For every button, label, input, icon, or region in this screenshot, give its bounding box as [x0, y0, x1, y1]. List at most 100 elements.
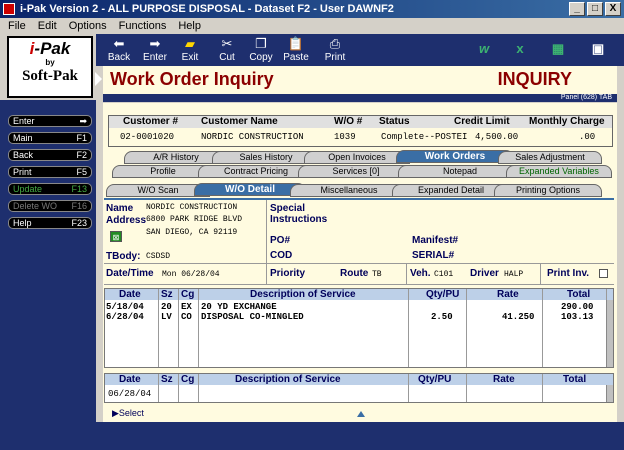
driver-label: Driver: [470, 268, 499, 279]
select-link[interactable]: ▶Select: [112, 408, 144, 419]
select-arrow-icon: ▶: [112, 408, 119, 418]
maximize-button[interactable]: □: [587, 2, 603, 16]
scroll-up-icon[interactable]: [357, 411, 365, 417]
sidebar-help-button[interactable]: Help F23: [8, 217, 92, 229]
datetime-label: Date/Time: [106, 268, 154, 279]
cut-button[interactable]: ✂ Cut: [210, 36, 244, 63]
menu-options[interactable]: Options: [69, 18, 107, 34]
entry-grid: Date Sz Cg Description of Service Qty/PU…: [104, 373, 614, 403]
wo-number: 1039: [334, 132, 356, 142]
customer-name: NORDIC CONSTRUCTION: [201, 132, 304, 142]
customer-number-header: Customer #: [123, 116, 179, 127]
calculator-icon[interactable]: ▦: [548, 40, 568, 58]
tab-sales-adjustment[interactable]: Sales Adjustment: [498, 151, 602, 164]
entry-scrollbar[interactable]: [606, 385, 613, 402]
instructions-label: Instructions: [270, 214, 328, 225]
grid-scrollbar[interactable]: [606, 300, 613, 367]
col-qty: Qty/PU: [426, 289, 460, 300]
manifest-label: Manifest#: [412, 235, 459, 246]
enter-arrow-icon: ➡: [149, 36, 161, 51]
address-line2: SAN DIEGO, CA 92119: [146, 228, 238, 237]
print-button[interactable]: ⎙ Print: [318, 36, 352, 63]
wo-number-header: W/O #: [334, 116, 363, 127]
scissors-icon: ✂: [221, 36, 233, 51]
printer-icon: ⎙: [329, 36, 341, 51]
tbody-value: CSDSD: [146, 252, 171, 261]
menu-help[interactable]: Help: [178, 18, 201, 34]
customer-summary: Customer # Customer Name W/O # Status Cr…: [108, 115, 613, 147]
service-grid: Date Sz Cg Description of Service Qty/PU…: [104, 288, 614, 368]
app-icon: [3, 3, 15, 15]
monthly-charge: .00: [579, 132, 596, 142]
route-value: TB: [372, 270, 382, 279]
enter-arrow-icon: ➡: [79, 116, 87, 126]
menu-edit[interactable]: Edit: [38, 18, 57, 34]
menu-bar: File Edit Options Functions Help: [0, 18, 624, 34]
sidebar-print-button[interactable]: Print F5: [8, 166, 92, 178]
back-arrow-icon: ⬅: [113, 36, 125, 51]
driver-value: HALP: [504, 270, 524, 279]
entry-date-field[interactable]: 06/28/04: [108, 389, 151, 399]
status-value: Complete--POSTEI: [381, 132, 468, 142]
name-value: NORDIC CONSTRUCTION: [146, 203, 238, 212]
tab-contract-pricing[interactable]: Contract Pricing: [198, 165, 314, 178]
address-line1: 6800 PARK RIDGE BLVD: [146, 215, 243, 224]
sidebar-enter-button[interactable]: Enter ➡: [8, 115, 92, 127]
tab-miscellaneous[interactable]: Miscellaneous: [290, 184, 408, 197]
credit-limit: 4,500.00: [475, 132, 519, 142]
col-total: Total: [567, 289, 591, 300]
cod-label: COD: [270, 250, 293, 261]
tab-printing-options[interactable]: Printing Options: [494, 184, 602, 197]
ipak-logo: i-Pak by Soft-Pak: [7, 36, 93, 98]
title-bar: i-Pak Version 2 - ALL PURPOSE DISPOSAL -…: [0, 0, 624, 18]
back-button[interactable]: ⬅ Back: [102, 36, 136, 63]
print-invoice-label: Print Inv.: [547, 268, 590, 279]
customer-name-header: Customer Name: [201, 116, 278, 127]
sidebar: Enter ➡ Main F1 Back F2 Print F5 Update F13 D…: [0, 100, 96, 422]
status-bar: [0, 422, 624, 450]
po-label: PO#: [270, 235, 291, 246]
tab-open-invoices[interactable]: Open Invoices: [304, 151, 410, 164]
address-label: Address: [106, 215, 147, 226]
enter-button[interactable]: ➡ Enter: [138, 36, 172, 63]
tab-work-orders[interactable]: Work Orders: [396, 150, 514, 163]
menu-functions[interactable]: Functions: [119, 18, 167, 34]
col-size: Sz: [161, 289, 173, 300]
toolbar: ⬅ Back ➡ Enter ▰ Exit ✂ Cut ❐ Copy 📋 Paste ⎙ Pr…: [96, 34, 624, 66]
serial-label: SERIAL#: [412, 250, 455, 261]
tab-expanded-variables[interactable]: Expanded Variables: [506, 165, 612, 178]
mode-label: INQUIRY: [497, 69, 572, 89]
tab-services[interactable]: Services [0]: [298, 165, 414, 178]
priority-label: Priority: [270, 268, 306, 279]
tab-notepad[interactable]: Notepad: [398, 165, 522, 178]
tab-expanded-detail[interactable]: Expanded Detail: [392, 184, 510, 197]
sidebar-back-button[interactable]: Back F2: [8, 149, 92, 161]
status-header: Status: [379, 116, 410, 127]
minimize-button[interactable]: _: [569, 2, 585, 16]
tab-underline: [104, 198, 614, 200]
monthly-charge-header: Monthly Charge: [529, 116, 605, 127]
panel-id: Panel (628) TAB: [103, 94, 617, 102]
paste-icon: 📋: [287, 36, 305, 51]
word-icon[interactable]: w: [474, 40, 494, 58]
page-header: Work Order Inquiry INQUIRY: [103, 66, 617, 96]
paste-button[interactable]: 📋 Paste: [279, 36, 313, 63]
col-date: Date: [119, 289, 141, 300]
col-description: Description of Service: [250, 289, 356, 300]
menu-file[interactable]: File: [8, 18, 26, 34]
close-button[interactable]: X: [605, 2, 621, 16]
datetime-value: Mon 06/28/04: [162, 270, 220, 279]
copy-button[interactable]: ❐ Copy: [244, 36, 278, 63]
sidebar-update-button[interactable]: Update F13: [8, 183, 92, 195]
sidebar-main-button[interactable]: Main F1: [8, 132, 92, 144]
vehicle-label: Veh.: [410, 268, 431, 279]
excel-icon[interactable]: x: [510, 40, 530, 58]
sidebar-delete-wo-button[interactable]: Delete WO F16: [8, 200, 92, 212]
page-title: Work Order Inquiry: [110, 69, 274, 89]
exit-button[interactable]: ▰ Exit: [173, 36, 207, 63]
copy-icon: ❐: [255, 36, 267, 51]
window-icon[interactable]: ▣: [588, 40, 608, 58]
col-cg: Cg: [181, 289, 195, 300]
map-icon[interactable]: ⊠: [110, 231, 122, 242]
print-invoice-checkbox[interactable]: [599, 269, 608, 278]
